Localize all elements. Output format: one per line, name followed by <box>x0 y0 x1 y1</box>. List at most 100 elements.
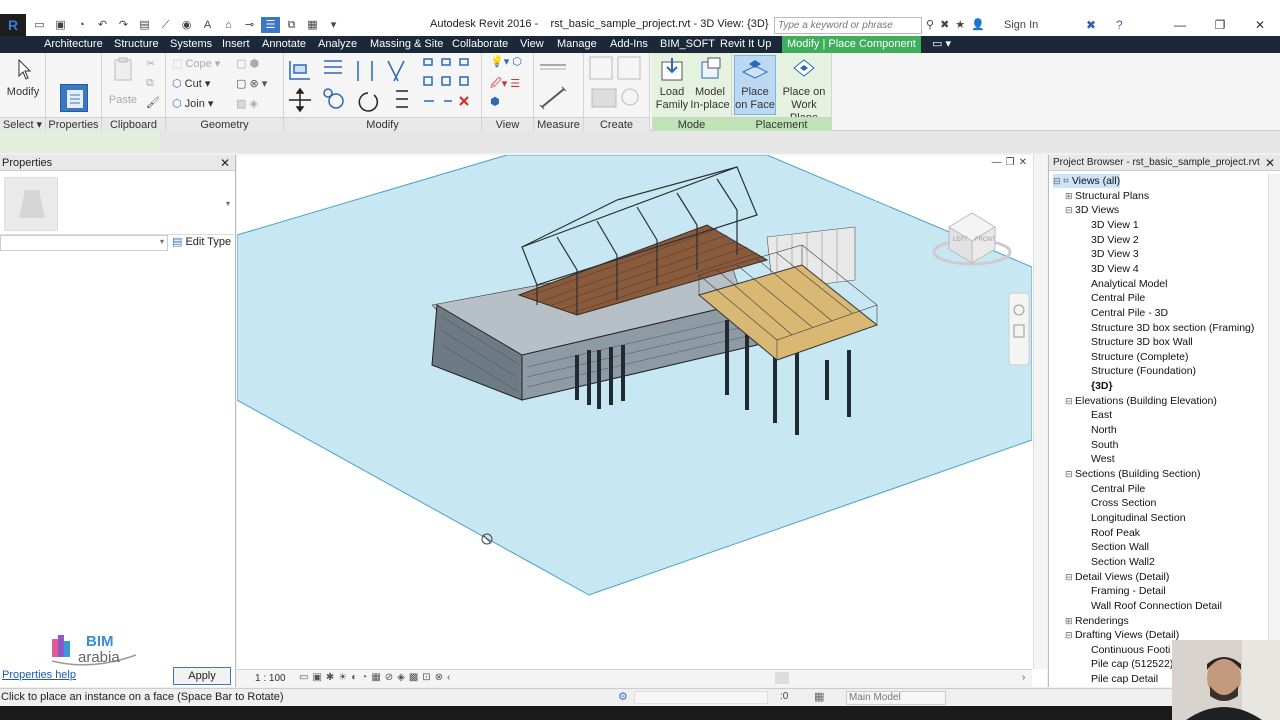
thin-lines-icon[interactable]: ☰ <box>261 17 280 33</box>
join-button[interactable]: ⬡ Join ▾ <box>172 97 213 110</box>
cope-button[interactable]: ⬚ Cope ▾ <box>172 57 220 70</box>
tree-item[interactable]: ⊟ Elevations (Building Elevation) <box>1065 394 1217 408</box>
tree-item[interactable]: North <box>1091 423 1117 437</box>
apply-button[interactable]: Apply <box>173 667 231 685</box>
tab-bim-soft[interactable]: BIM_SOFT <box>660 36 715 53</box>
subscription-icon[interactable]: ✖ <box>940 18 949 31</box>
drawing-area[interactable]: LEFT FRONT — ❐ ✕ 1 : 100 ▭▣✱☀◐◔▦⊘◈▩⊡⊗‹ › <box>237 155 1047 687</box>
open-icon[interactable]: ▭ <box>30 17 49 33</box>
tree-item[interactable]: 3D View 1 <box>1091 218 1139 232</box>
favorites-icon[interactable]: ★ <box>955 18 965 31</box>
revit-logo-icon[interactable]: R <box>0 14 26 36</box>
vertical-scrollbar[interactable] <box>1033 155 1047 669</box>
tab-systems[interactable]: Systems <box>170 36 212 53</box>
place-on-work-plane-button[interactable]: Place on Work Plane <box>778 56 830 125</box>
horizontal-scroll-thumb[interactable] <box>775 672 789 684</box>
tree-item[interactable]: Central Pile <box>1091 482 1145 496</box>
create-group-icon[interactable] <box>584 53 650 117</box>
help-icon[interactable]: ? <box>1116 18 1123 32</box>
tree-item[interactable]: South <box>1091 438 1118 452</box>
view-scale[interactable]: 1 : 100 <box>255 673 286 684</box>
tab-massing-site[interactable]: Massing & Site <box>370 36 443 53</box>
tab-insert[interactable]: Insert <box>222 36 250 53</box>
copy-clipboard-icon[interactable]: ⧉ <box>146 77 154 90</box>
tree-item[interactable]: Cross Section <box>1091 496 1156 510</box>
sign-in-link[interactable]: Sign In <box>1004 19 1038 31</box>
edit-type-button[interactable]: ▤ Edit Type <box>172 235 231 248</box>
close-icon[interactable]: ✕ <box>1019 157 1027 168</box>
expand-icon[interactable]: ⊞ <box>1065 189 1075 203</box>
tab-collaborate[interactable]: Collaborate <box>452 36 508 53</box>
print-icon[interactable]: ▤ <box>135 17 154 33</box>
tree-item[interactable]: Structure (Foundation) <box>1091 364 1196 378</box>
tree-item[interactable]: West <box>1091 452 1115 466</box>
tree-item[interactable]: Central Pile - 3D <box>1091 306 1168 320</box>
tree-item[interactable]: Pile cap (512522) <box>1091 657 1173 671</box>
close-icon[interactable]: ✕ <box>1240 14 1280 36</box>
tree-item[interactable]: Central Pile <box>1091 291 1145 305</box>
3d-view-icon[interactable]: ⌂ <box>219 17 238 33</box>
properties-help-link[interactable]: Properties help <box>2 669 76 681</box>
tree-item[interactable]: Wall Roof Connection Detail <box>1091 599 1222 613</box>
measure-icon[interactable]: ⟋ <box>156 17 175 33</box>
switch-windows-icon[interactable]: ▦ <box>303 17 322 33</box>
redo-icon[interactable]: ↷ <box>114 17 133 33</box>
load-family-button[interactable]: Load Family <box>654 56 690 112</box>
collapse-icon[interactable]: ⊟ <box>1065 394 1075 408</box>
design-option-dropdown[interactable] <box>634 691 768 704</box>
tree-item[interactable]: 3D View 4 <box>1091 262 1139 276</box>
tab-manage[interactable]: Manage <box>557 36 597 53</box>
3d-model-view[interactable]: LEFT FRONT <box>237 155 1032 669</box>
modify-button[interactable]: Modify <box>5 56 41 99</box>
tree-item[interactable]: Structure 3D box Wall <box>1091 335 1193 349</box>
tree-item[interactable]: ⊟ Detail Views (Detail) <box>1065 570 1169 584</box>
linework-icon[interactable]: ⬢ <box>490 95 500 108</box>
restore-icon[interactable]: ❐ <box>1200 14 1240 36</box>
binoculars-icon[interactable]: ⚲ <box>926 18 934 31</box>
tree-item[interactable]: ⊟ 3D Views <box>1065 203 1119 217</box>
sync-icon[interactable]: ◔ <box>72 17 91 33</box>
tree-item[interactable]: Structure 3D box section (Framing) <box>1091 321 1254 335</box>
tree-item[interactable]: {3D} <box>1091 379 1113 393</box>
modify-tools-icons[interactable] <box>284 53 482 117</box>
view-control-icons[interactable]: ▭▣✱☀◐◔▦⊘◈▩⊡⊗‹ <box>299 672 454 683</box>
minimize-icon[interactable]: — <box>1160 14 1200 36</box>
tree-item[interactable]: 3D View 3 <box>1091 247 1139 261</box>
ribbon-display-toggle-icon[interactable]: ▭ ▾ <box>932 36 951 53</box>
collapse-icon[interactable]: ⊟ <box>1065 467 1075 481</box>
cut-clipboard-icon[interactable]: ✂ <box>146 57 155 70</box>
user-icon[interactable]: 👤 <box>971 18 985 31</box>
section-icon[interactable]: ⊸ <box>240 17 259 33</box>
search-input[interactable]: Type a keyword or phrase <box>774 17 922 34</box>
collapse-icon[interactable]: ⊟ <box>1053 174 1063 188</box>
close-icon[interactable]: ✕ <box>1265 155 1275 170</box>
properties-button[interactable] <box>58 56 90 114</box>
scroll-right-icon[interactable]: › <box>1022 672 1025 683</box>
tree-item[interactable]: Pile cap Detail <box>1091 672 1158 686</box>
measure-icon[interactable] <box>534 53 584 117</box>
tag-icon[interactable]: ◉ <box>177 17 196 33</box>
close-hidden-icon[interactable]: ⧉ <box>282 17 301 33</box>
text-icon[interactable]: A <box>198 17 217 33</box>
tree-item[interactable]: ⊞ Renderings <box>1065 614 1129 628</box>
tree-item[interactable]: Structure (Complete) <box>1091 350 1188 364</box>
match-properties-icon[interactable]: 🖌 <box>146 96 160 109</box>
tree-item[interactable]: Framing - Detail <box>1091 584 1166 598</box>
undo-icon[interactable]: ↶ <box>93 17 112 33</box>
tab-add-ins[interactable]: Add-Ins <box>610 36 648 53</box>
cut-button[interactable]: ⬡ Cut ▾ <box>172 77 210 90</box>
minimize-icon[interactable]: — <box>992 157 1002 168</box>
tab-structure[interactable]: Structure <box>114 36 159 53</box>
panel-label[interactable]: Select ▾ <box>0 117 45 131</box>
model-icon[interactable]: ▦ <box>814 690 824 703</box>
tree-item[interactable]: ⊟ Sections (Building Section) <box>1065 467 1200 481</box>
paint-icon[interactable]: ▨ ◈ <box>236 97 258 110</box>
collapse-icon[interactable]: ⊟ <box>1065 628 1075 642</box>
tab-view[interactable]: View <box>520 36 544 53</box>
vertical-scrollbar[interactable] <box>1268 174 1280 687</box>
place-on-face-button[interactable]: Place on Face <box>734 55 776 115</box>
tree-item[interactable]: ⊟ ⌗ Views (all) <box>1053 174 1121 188</box>
close-icon[interactable]: ✕ <box>220 155 230 171</box>
tree-item[interactable]: Longitudinal Section <box>1091 511 1186 525</box>
instance-filter-dropdown[interactable]: ▾ <box>0 235 168 251</box>
